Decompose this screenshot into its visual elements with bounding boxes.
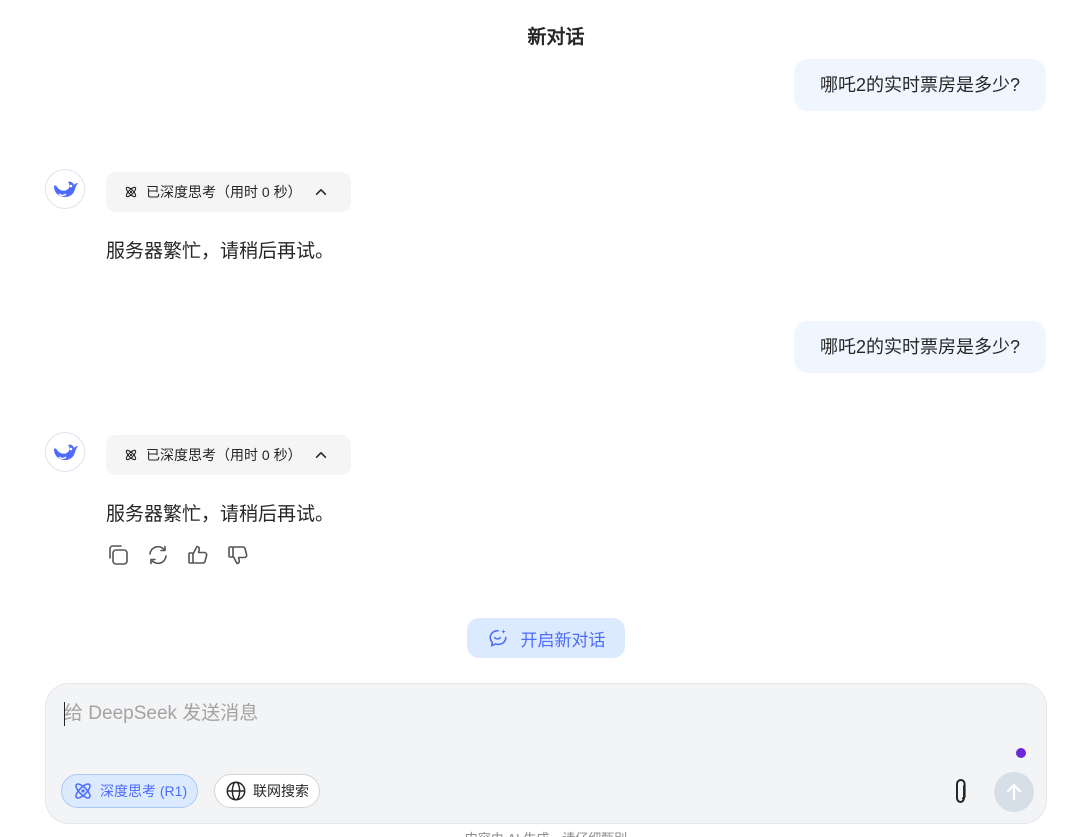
thumbs-up-icon — [188, 545, 208, 564]
page-title: 新对话 — [527, 27, 585, 48]
deepseek-avatar — [45, 169, 85, 209]
atom-icon — [125, 449, 137, 461]
assistant-reply: 服务器繁忙，请稍后再试。 — [106, 504, 335, 525]
web-search-toggle[interactable]: 联网搜索 — [214, 774, 320, 808]
copy-button[interactable] — [106, 542, 130, 568]
deepseek-whale-icon — [54, 444, 78, 460]
message-input[interactable] — [64, 698, 964, 730]
thumbs-up-button[interactable] — [186, 542, 210, 568]
message-composer: 深度思考 (R1) 联网搜索 — [45, 683, 1047, 824]
new-chat-label: 开启新对话 — [520, 630, 606, 650]
text-cursor — [64, 702, 65, 726]
deep-think-label: 已深度思考（用时 0 秒） — [146, 447, 302, 463]
status-indicator-dot — [1016, 748, 1026, 758]
send-button[interactable] — [994, 772, 1034, 812]
disclaimer-text: 内容由 AI 生成，请仔细甄别 — [0, 828, 1088, 837]
deepseek-whale-icon — [54, 181, 78, 197]
deep-think-r1-label: 深度思考 (R1) — [100, 783, 188, 799]
web-search-label: 联网搜索 — [253, 783, 309, 799]
thumbs-down-button[interactable] — [226, 542, 250, 568]
thumbs-down-icon — [228, 546, 248, 565]
deep-think-toggle[interactable]: 已深度思考（用时 0 秒） — [106, 172, 351, 212]
atom-icon — [75, 783, 91, 799]
deep-think-label: 已深度思考（用时 0 秒） — [146, 184, 302, 200]
user-message-bubble: 哪吒2的实时票房是多少? — [793, 59, 1046, 111]
assistant-reply: 服务器繁忙，请稍后再试。 — [106, 241, 335, 262]
new-chat-icon — [488, 629, 507, 647]
atom-icon — [125, 186, 137, 198]
deepseek-avatar — [45, 432, 85, 472]
deep-think-r1-toggle[interactable]: 深度思考 (R1) — [61, 774, 199, 808]
copy-icon — [109, 545, 128, 565]
chevron-up-icon — [315, 189, 326, 195]
globe-icon — [226, 781, 246, 801]
message-actions — [106, 542, 250, 568]
regenerate-icon — [149, 545, 167, 565]
paperclip-icon — [956, 778, 966, 804]
attach-file-button[interactable] — [946, 775, 976, 809]
regenerate-button[interactable] — [146, 542, 170, 568]
arrow-up-icon — [1006, 784, 1022, 801]
chevron-up-icon — [315, 452, 326, 458]
user-message-bubble: 哪吒2的实时票房是多少? — [793, 321, 1046, 373]
deep-think-toggle[interactable]: 已深度思考（用时 0 秒） — [106, 435, 351, 475]
new-chat-button[interactable]: 开启新对话 — [467, 618, 625, 658]
chat-page: 新对话 哪吒2的实时票房是多少? 已深度思考（用时 0 秒） 服务器繁忙，请稍后… — [0, 0, 1088, 837]
